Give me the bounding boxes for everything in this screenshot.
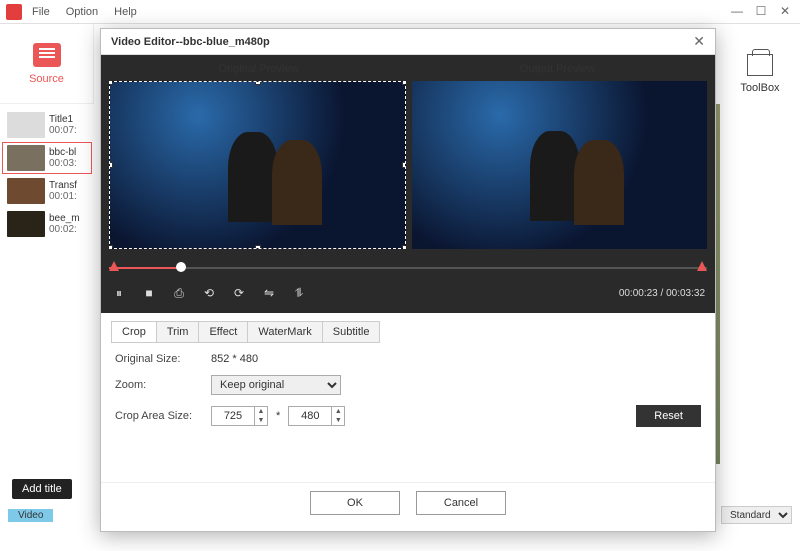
clip-thumb xyxy=(7,211,45,237)
list-item[interactable]: bee_m00:02: xyxy=(2,208,92,240)
app-logo xyxy=(6,4,22,20)
timeline-slider[interactable] xyxy=(109,259,707,277)
snapshot-icon[interactable]: ⎙ xyxy=(171,285,187,301)
add-title-button[interactable]: Add title xyxy=(12,479,72,499)
menu-help[interactable]: Help xyxy=(114,6,137,18)
source-tab[interactable]: Source xyxy=(0,24,94,104)
output-preview xyxy=(412,81,707,249)
tab-subtitle[interactable]: Subtitle xyxy=(323,322,380,342)
chevron-down-icon[interactable]: ▼ xyxy=(332,416,344,425)
pause-icon[interactable]: ⏸ xyxy=(111,285,127,301)
zoom-select[interactable]: Keep original xyxy=(211,375,341,395)
original-preview-label: Original Preview xyxy=(109,61,408,77)
rotate-left-icon[interactable]: ⟲ xyxy=(201,285,217,301)
chevron-up-icon[interactable]: ▲ xyxy=(255,407,267,416)
list-item[interactable]: Title100:07: xyxy=(2,109,92,141)
flip-h-icon[interactable]: ⇋ xyxy=(261,285,277,301)
toolbox-icon xyxy=(747,54,773,76)
menu-option[interactable]: Option xyxy=(66,6,98,18)
dialog-title: Video Editor--bbc-blue_m480p xyxy=(111,36,270,48)
toolbox-tab[interactable]: ToolBox xyxy=(740,54,779,94)
tab-watermark[interactable]: WaterMark xyxy=(248,322,322,342)
clip-thumb xyxy=(7,112,45,138)
times-label: * xyxy=(276,410,280,422)
video-badge: Video xyxy=(8,509,53,522)
chevron-down-icon[interactable]: ▼ xyxy=(255,416,267,425)
menubar: File Option Help xyxy=(0,0,800,24)
source-label: Source xyxy=(29,73,64,85)
crop-area-label: Crop Area Size: xyxy=(115,410,211,422)
playhead[interactable] xyxy=(176,262,186,272)
ok-button[interactable]: OK xyxy=(310,491,400,515)
minimize-button[interactable]: — xyxy=(730,4,744,18)
zoom-label: Zoom: xyxy=(115,379,211,391)
tab-crop[interactable]: Crop xyxy=(112,322,157,342)
original-size-value: 852 * 480 xyxy=(211,353,258,365)
reset-button[interactable]: Reset xyxy=(636,405,701,427)
menu-file[interactable]: File xyxy=(32,6,50,18)
toolbox-label: ToolBox xyxy=(740,82,779,94)
cancel-button[interactable]: Cancel xyxy=(416,491,506,515)
original-size-label: Original Size: xyxy=(115,353,211,365)
clip-thumb xyxy=(7,145,45,171)
editor-tabs: Crop Trim Effect WaterMark Subtitle xyxy=(111,321,380,343)
crop-height-input[interactable] xyxy=(288,406,332,426)
quality-select[interactable]: Standard xyxy=(721,506,792,524)
list-item[interactable]: bbc-bl00:03: xyxy=(2,142,92,174)
crop-width-input[interactable] xyxy=(211,406,255,426)
time-display: 00:00:23 / 00:03:32 xyxy=(619,288,705,299)
source-icon xyxy=(33,43,61,67)
stop-icon[interactable]: ■ xyxy=(141,285,157,301)
maximize-button[interactable]: ☐ xyxy=(754,4,768,18)
tab-trim[interactable]: Trim xyxy=(157,322,200,342)
list-item[interactable]: Transf00:01: xyxy=(2,175,92,207)
clip-thumb xyxy=(7,178,45,204)
chevron-up-icon[interactable]: ▲ xyxy=(332,407,344,416)
video-editor-dialog: Video Editor--bbc-blue_m480p ✕ Original … xyxy=(100,28,716,532)
clip-list: Title100:07: bbc-bl00:03: Transf00:01: b… xyxy=(0,104,94,524)
tab-effect[interactable]: Effect xyxy=(199,322,248,342)
rotate-right-icon[interactable]: ⟳ xyxy=(231,285,247,301)
flip-v-icon[interactable]: ⥮ xyxy=(291,285,307,301)
output-preview-label: Output Preview xyxy=(408,61,707,77)
original-preview[interactable] xyxy=(109,81,406,249)
close-icon[interactable]: ✕ xyxy=(693,33,705,50)
close-window-button[interactable]: ✕ xyxy=(778,4,792,18)
